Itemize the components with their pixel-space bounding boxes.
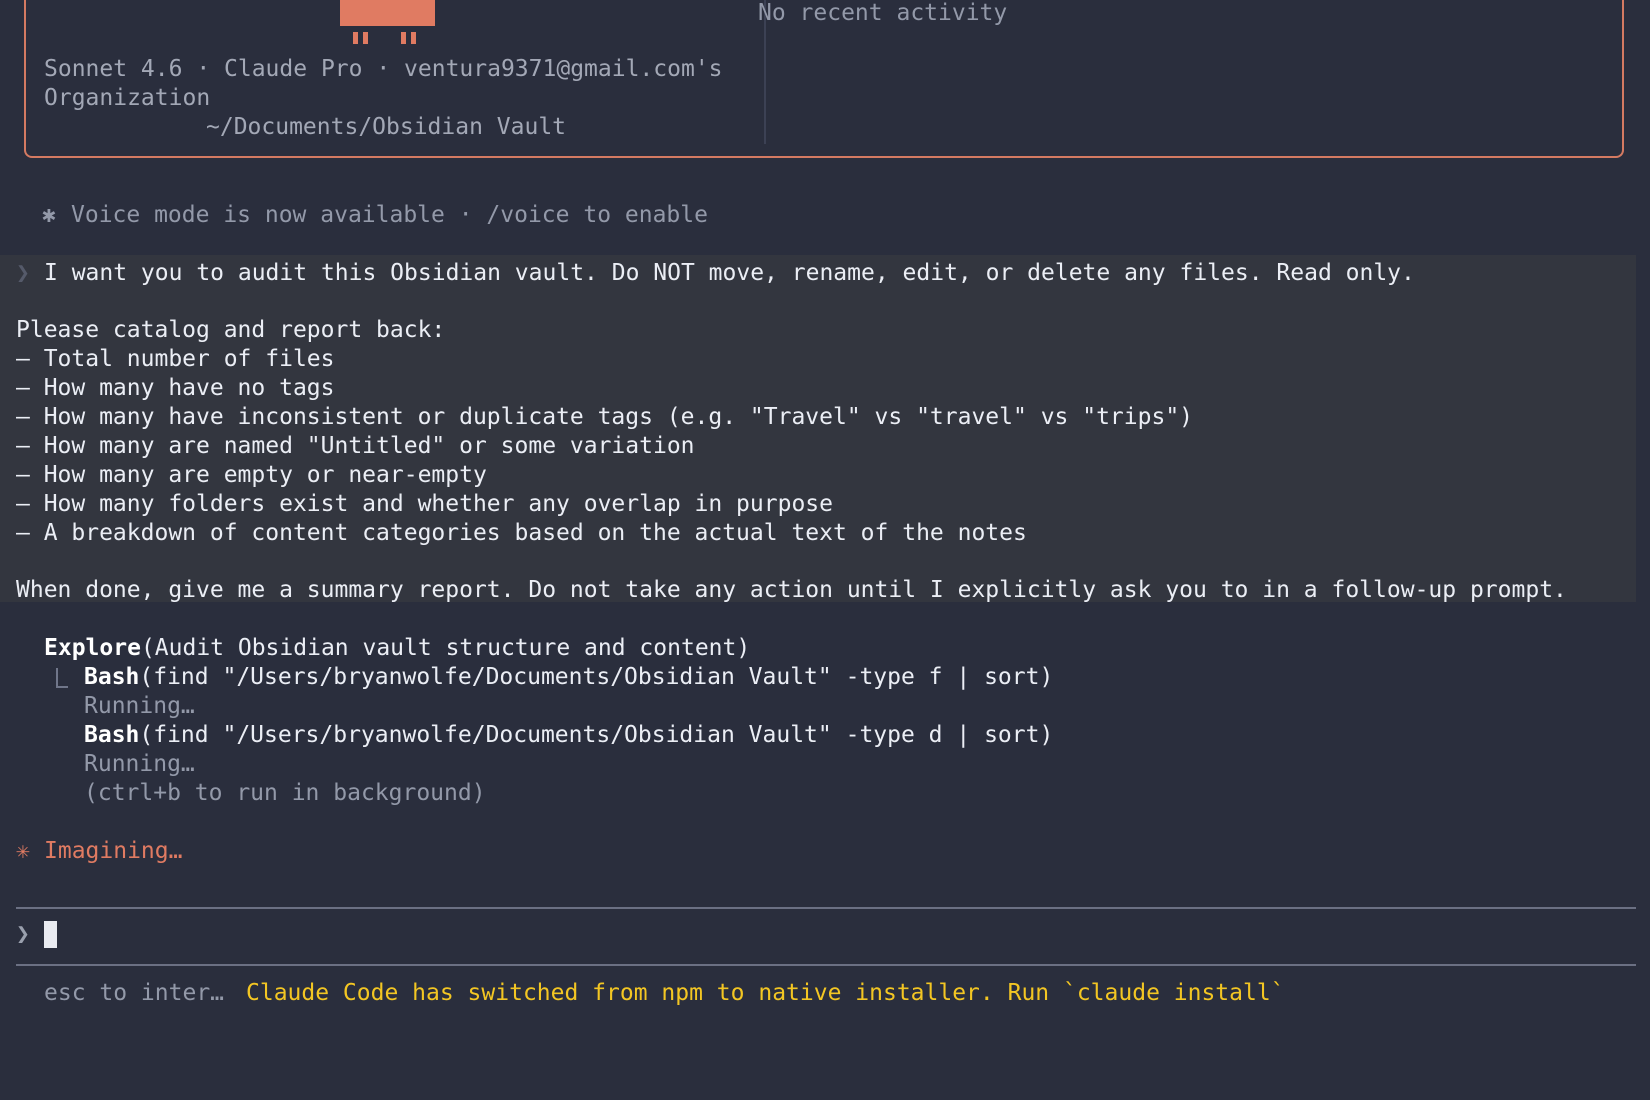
user-message-marker: ❯	[16, 260, 30, 286]
user-message-line: When done, give me a summary report. Do …	[16, 577, 1567, 603]
status-text: Imagining…	[44, 838, 183, 864]
user-message-line: Please catalog and report back:	[16, 317, 446, 343]
recent-activity: No recent activity	[758, 0, 1008, 26]
user-message-line: – How many are named "Untitled" or some …	[16, 433, 695, 459]
user-message-line: – How many have inconsistent or duplicat…	[16, 404, 1194, 430]
organization-label: Organization	[44, 85, 211, 111]
bash-tool-call: Bash(find "/Users/bryanwolfe/Documents/O…	[84, 664, 1053, 690]
tool-status: Running…	[84, 751, 195, 777]
spinner-icon: ✳	[16, 838, 30, 864]
model-info: Sonnet 4.6 · Claude Pro · ventura9371@gm…	[44, 56, 723, 82]
tool-name: Explore	[44, 635, 141, 661]
tool-name: Bash	[84, 664, 140, 690]
input-top-border	[16, 907, 1636, 909]
interrupt-hint: esc to inter…	[44, 980, 225, 1006]
tool-args: (find "/Users/bryanwolfe/Documents/Obsid…	[139, 664, 1054, 690]
user-message-line: – A breakdown of content categories base…	[16, 520, 1027, 546]
user-message-line: – How many folders exist and whether any…	[16, 491, 833, 517]
tool-args: (Audit Obsidian vault structure and cont…	[140, 635, 751, 661]
prompt-input[interactable]	[40, 914, 1630, 956]
voice-mode-notice: Voice mode is now available · /voice to …	[71, 202, 708, 228]
tool-status: Running…	[84, 693, 195, 719]
background-hint: (ctrl+b to run in background)	[84, 780, 486, 806]
input-bottom-border	[16, 964, 1636, 966]
prompt-chevron-icon: ❯	[16, 921, 30, 947]
working-directory: ~/Documents/Obsidian Vault	[206, 114, 567, 140]
tool-name: Bash	[84, 722, 140, 748]
explore-tool-call: Explore(Audit Obsidian vault structure a…	[44, 635, 750, 661]
installer-notice: Claude Code has switched from npm to nat…	[246, 980, 1285, 1006]
bash-tool-call: Bash(find "/Users/bryanwolfe/Documents/O…	[84, 722, 1053, 748]
notice-icon: ✱	[42, 202, 56, 228]
user-message-line: – How many are empty or near-empty	[16, 462, 487, 488]
user-message-line: – How many have no tags	[16, 375, 335, 401]
tree-connector-icon	[56, 668, 68, 688]
user-message-line: – Total number of files	[16, 346, 335, 372]
user-message-line: I want you to audit this Obsidian vault.…	[44, 260, 1415, 286]
tool-args: (find "/Users/bryanwolfe/Documents/Obsid…	[139, 722, 1054, 748]
